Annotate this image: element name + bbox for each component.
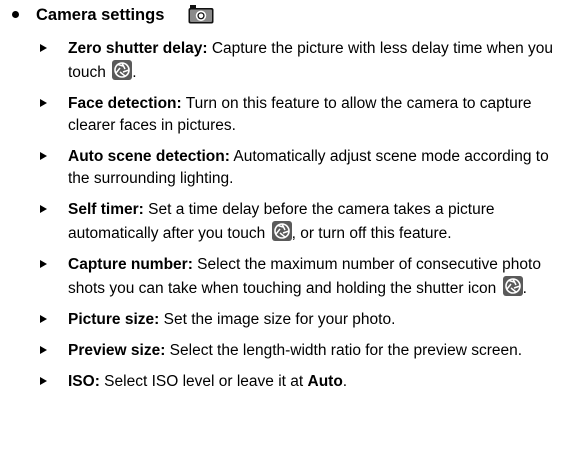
item-description: Select the length-width ratio for the pr… (165, 342, 523, 359)
shutter-icon (272, 221, 292, 241)
item-text: Preview size: Select the length-width ra… (68, 340, 565, 362)
shutter-icon (503, 276, 523, 296)
item-text: ISO: Select ISO level or leave it at Aut… (68, 371, 565, 393)
bullet-arrow-icon (40, 205, 47, 213)
item-text: Picture size: Set the image size for you… (68, 309, 565, 331)
item-label: Preview size: (68, 342, 166, 359)
item-text: Self timer: Set a time delay before the … (68, 199, 565, 245)
bullet-arrow-icon (40, 377, 47, 385)
settings-list-item: Preview size: Select the length-width ra… (0, 340, 580, 362)
bullet-arrow-icon (40, 260, 47, 268)
shutter-icon (112, 60, 132, 80)
item-label: Picture size: (68, 311, 160, 328)
camera-icon (188, 4, 214, 32)
item-description: Set the image size for your photo. (159, 311, 396, 328)
item-label: Self timer: (68, 201, 144, 218)
item-description-tail: . (132, 64, 137, 81)
bullet-arrow-icon (40, 346, 47, 354)
item-description-tail: . (522, 280, 527, 297)
item-description: Select ISO level or leave it at (99, 373, 308, 390)
settings-list-item: ISO: Select ISO level or leave it at Aut… (0, 371, 580, 393)
item-label: Zero shutter delay: (68, 40, 208, 57)
item-label: ISO: (68, 373, 100, 390)
bullet-arrow-icon (40, 99, 47, 107)
item-description-tail: , or turn off this feature. (291, 225, 452, 242)
item-value: Auto (307, 373, 343, 390)
settings-list-item: Picture size: Set the image size for you… (0, 309, 580, 331)
settings-list-item: Auto scene detection: Automatically adju… (0, 146, 580, 190)
item-text: Capture number: Select the maximum numbe… (68, 254, 565, 300)
settings-list-item: Self timer: Set a time delay before the … (0, 199, 580, 245)
item-label: Auto scene detection: (68, 148, 230, 165)
item-label: Face detection: (68, 95, 182, 112)
section-title: Camera settings (36, 6, 165, 24)
item-description-tail: . (342, 373, 348, 390)
bullet-arrow-icon (40, 315, 47, 323)
bullet-arrow-icon (40, 44, 47, 52)
item-text: Zero shutter delay: Capture the picture … (68, 38, 565, 84)
settings-list-item: Zero shutter delay: Capture the picture … (0, 38, 580, 84)
settings-list: Zero shutter delay: Capture the picture … (0, 38, 580, 402)
item-text: Auto scene detection: Automatically adju… (68, 146, 565, 190)
settings-list-item: Face detection: Turn on this feature to … (0, 93, 580, 137)
item-label: Capture number: (68, 256, 193, 273)
item-text: Face detection: Turn on this feature to … (68, 93, 565, 137)
settings-list-item: Capture number: Select the maximum numbe… (0, 254, 580, 300)
bullet-dot (12, 11, 19, 18)
bullet-arrow-icon (40, 152, 47, 160)
